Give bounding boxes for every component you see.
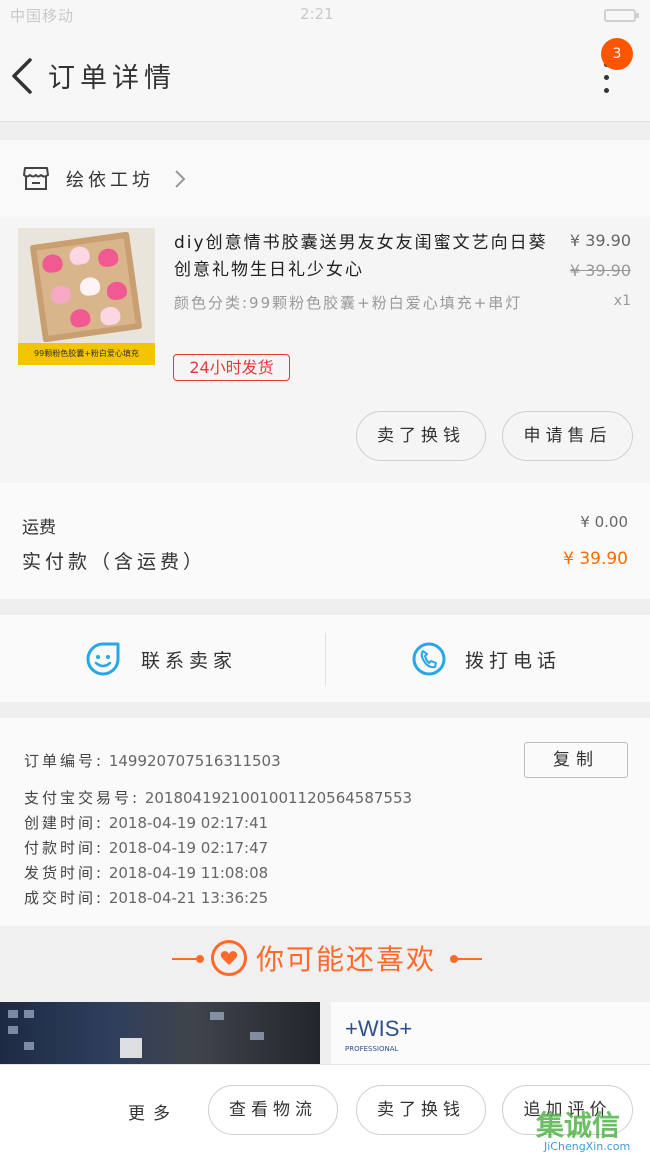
recommend-header: 你可能还喜欢 bbox=[0, 926, 650, 1002]
battery-icon bbox=[604, 9, 639, 22]
paid-time-label: 付款时间: bbox=[24, 839, 105, 857]
shipping-tag: 24小时发货 bbox=[173, 354, 290, 381]
back-arrow-icon[interactable] bbox=[8, 54, 38, 98]
completed-time-label: 成交时间: bbox=[24, 889, 105, 907]
page-title: 订单详情 bbox=[48, 63, 176, 94]
created-time-row: 创建时间: 2018-04-19 02:17:41 bbox=[24, 812, 268, 833]
contact-seller-label: 联系卖家 bbox=[141, 650, 238, 672]
contact-section: 联系卖家 拨打电话 bbox=[0, 615, 650, 702]
paid-time-row: 付款时间: 2018-04-19 02:17:47 bbox=[24, 837, 268, 858]
watermark-cn: 集诚信 bbox=[536, 1109, 621, 1142]
shop-row[interactable]: 绘依工坊 bbox=[0, 140, 650, 218]
view-logistics-button[interactable]: 查看物流 bbox=[208, 1085, 338, 1135]
contact-seller-button[interactable]: 联系卖家 bbox=[85, 615, 285, 702]
right-decor-line bbox=[454, 958, 482, 960]
completed-time-row: 成交时间: 2018-04-21 13:36:25 bbox=[24, 887, 268, 908]
created-time-label: 创建时间: bbox=[24, 814, 105, 832]
gift-box-image bbox=[29, 231, 143, 343]
product-title[interactable]: diy创意情书胶囊送男友女友闺蜜文艺向日葵创意礼物生日礼少女心 bbox=[174, 230, 554, 284]
original-price: ¥ 39.90 bbox=[569, 261, 631, 280]
completed-time-value: 2018-04-21 13:36:25 bbox=[108, 889, 269, 907]
call-phone-label: 拨打电话 bbox=[465, 650, 562, 672]
smiley-chat-icon bbox=[86, 642, 120, 676]
carrier-name: 中国移动 bbox=[10, 7, 75, 25]
recommend-title: 你可能还喜欢 bbox=[256, 943, 437, 976]
apply-after-sale-button[interactable]: 申请售后 bbox=[502, 411, 633, 461]
sell-again-button[interactable]: 卖了换钱 bbox=[356, 411, 486, 461]
product-sku: 颜色分类:99颗粉色胶囊+粉白爱心填充+串灯 bbox=[174, 294, 523, 312]
alipay-number-label: 支付宝交易号: bbox=[24, 789, 141, 807]
product-card[interactable]: 99颗粉色胶囊+粉白爱心填充 diy创意情书胶囊送男友女友闺蜜文艺向日葵创意礼物… bbox=[0, 218, 650, 483]
order-number-value: 149920707516311503 bbox=[108, 752, 281, 770]
shop-name[interactable]: 绘依工坊 bbox=[66, 166, 154, 192]
alipay-number-value: 2018041921001001120564587553 bbox=[144, 789, 413, 807]
paid-time-value: 2018-04-19 02:17:47 bbox=[108, 839, 269, 857]
product-quantity: x1 bbox=[613, 293, 631, 309]
brand-logo: +WIS+ bbox=[345, 1016, 413, 1041]
order-info-section: 订单编号: 149920707516311503 支付宝交易号: 2018041… bbox=[0, 718, 650, 926]
shipped-time-value: 2018-04-19 11:08:08 bbox=[108, 864, 269, 882]
more-actions-link[interactable]: 更多 bbox=[128, 1099, 178, 1124]
brand-sub: PROFESSIONAL bbox=[345, 1045, 399, 1053]
sell-again-bottom-button[interactable]: 卖了换钱 bbox=[356, 1085, 486, 1135]
order-number-row: 订单编号: 149920707516311503 bbox=[24, 750, 281, 771]
status-bar: 中国移动 2:21 bbox=[0, 0, 650, 30]
nav-bar: 订单详情 3 bbox=[0, 30, 650, 122]
created-time-value: 2018-04-19 02:17:41 bbox=[108, 814, 269, 832]
shop-icon bbox=[23, 167, 49, 190]
watermark-en: JiChengXin.com bbox=[544, 1140, 631, 1153]
fees-section: 运费 ¥ 0.00 实付款（含运费） ¥ 39.90 bbox=[0, 483, 650, 599]
site-watermark: 集诚信 JiChengXin.com bbox=[530, 1104, 650, 1155]
alipay-number-row: 支付宝交易号: 2018041921001001120564587553 bbox=[24, 787, 412, 808]
heart-circle-icon bbox=[211, 940, 247, 976]
paid-amount-value: ¥ 39.90 bbox=[563, 549, 628, 569]
shipped-time-row: 发货时间: 2018-04-19 11:08:08 bbox=[24, 862, 268, 883]
product-thumbnail[interactable]: 99颗粉色胶囊+粉白爱心填充 bbox=[18, 228, 155, 365]
call-phone-button[interactable]: 拨打电话 bbox=[411, 615, 611, 702]
product-price: ¥ 39.90 bbox=[569, 231, 631, 250]
shipping-fee-value: ¥ 0.00 bbox=[580, 513, 628, 531]
thumbnail-caption: 99颗粉色胶囊+粉白爱心填充 bbox=[18, 343, 155, 365]
shipped-time-label: 发货时间: bbox=[24, 864, 105, 882]
clock: 2:21 bbox=[300, 5, 334, 23]
shipping-fee-label: 运费 bbox=[22, 518, 56, 538]
phone-icon bbox=[412, 642, 446, 676]
paid-amount-label: 实付款（含运费） bbox=[22, 551, 207, 573]
chevron-right-icon[interactable] bbox=[172, 168, 188, 190]
left-decor-dot bbox=[196, 955, 204, 963]
copy-button[interactable]: 复制 bbox=[524, 742, 628, 778]
recommend-item-2[interactable]: +WIS+ PROFESSIONAL bbox=[331, 1002, 650, 1064]
order-number-label: 订单编号: bbox=[24, 752, 105, 770]
contact-divider bbox=[325, 633, 326, 685]
notification-badge: 3 bbox=[601, 38, 633, 70]
recommend-item-1[interactable] bbox=[0, 1002, 320, 1064]
